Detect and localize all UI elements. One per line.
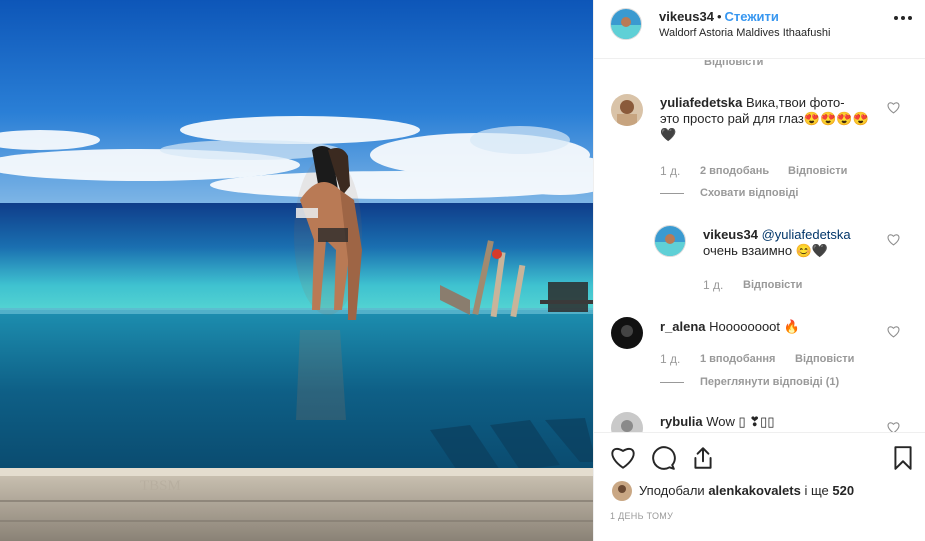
comment-avatar[interactable]: [611, 94, 643, 126]
view-replies-button[interactable]: Переглянути відповіді (1): [660, 376, 839, 388]
comment-avatar[interactable]: [611, 317, 643, 349]
comment-like-icon[interactable]: [887, 326, 900, 338]
bookmark-icon[interactable]: [890, 445, 916, 471]
post-timestamp[interactable]: 1 ДЕНЬ ТОМУ: [610, 511, 673, 521]
liker-username[interactable]: alenkakovalets: [708, 483, 801, 498]
likes-text: Уподобали alenkakovalets і ще 520: [639, 483, 854, 498]
comment-body: Wow ▯ ❣▯▯: [706, 414, 775, 429]
comment-age[interactable]: 1 д.: [660, 164, 680, 178]
comment-body: Вика,твои фото-: [746, 95, 845, 110]
hide-replies-button[interactable]: Сховати відповіді: [660, 187, 798, 199]
reply-button[interactable]: Відповісти: [788, 165, 847, 177]
post-photo[interactable]: TBSM: [0, 0, 593, 541]
liker-avatar[interactable]: [612, 481, 632, 501]
likes-count[interactable]: 520: [832, 483, 854, 498]
reply-button[interactable]: Відповісти: [704, 60, 763, 68]
reply-avatar[interactable]: [654, 225, 686, 257]
comment-text: yuliafedetska Вика,твои фото- это просто…: [660, 95, 869, 143]
comment-like-icon[interactable]: [887, 422, 900, 432]
comment-text: rybulia Wow ▯ ❣▯▯: [660, 414, 774, 430]
comment-username[interactable]: rybulia: [660, 414, 703, 429]
comment-avatar[interactable]: [611, 412, 643, 432]
like-heart-icon[interactable]: [610, 445, 636, 471]
reply-mention[interactable]: @yuliafedetska: [762, 227, 851, 242]
comment-icon[interactable]: [650, 445, 676, 471]
comment-likes-count[interactable]: 1 вподобання: [700, 353, 775, 365]
post-sidebar: vikeus34 • Стежити Waldorf Astoria Maldive…: [593, 0, 925, 541]
comment-body: это просто рай для глаз😍😍😍😍: [660, 111, 869, 126]
comments-list[interactable]: Відповісти yuliafedetska Вика,твои фото-…: [594, 60, 925, 432]
author-avatar[interactable]: [610, 8, 642, 40]
comment-username[interactable]: r_alena: [660, 319, 706, 334]
follow-button[interactable]: Стежити: [725, 9, 779, 24]
comment-like-icon[interactable]: [887, 102, 900, 114]
post-header: vikeus34 • Стежити Waldorf Astoria Maldive…: [594, 0, 925, 59]
reply-username[interactable]: vikeus34: [703, 227, 758, 242]
likes-middle: і ще: [804, 483, 829, 498]
reply-like-icon[interactable]: [887, 234, 900, 246]
likes-prefix: Уподобали: [639, 483, 705, 498]
author-username[interactable]: vikeus34: [659, 9, 714, 24]
reply-text: vikeus34 @yuliafedetska очень взаимно 😊🖤: [703, 227, 851, 259]
reply-button[interactable]: Відповісти: [743, 279, 802, 291]
more-options-icon[interactable]: [894, 16, 912, 22]
comment-likes-count[interactable]: 2 вподобань: [700, 165, 769, 177]
comment-age[interactable]: 1 д.: [660, 352, 680, 366]
comment-username[interactable]: yuliafedetska: [660, 95, 742, 110]
reply-age[interactable]: 1 д.: [703, 278, 723, 292]
reply-button[interactable]: Відповісти: [795, 353, 854, 365]
svg-text:TBSM: TBSM: [140, 478, 181, 494]
comment-text: r_alena Hoooooooot 🔥: [660, 319, 800, 335]
reply-body: очень взаимно 😊🖤: [703, 243, 829, 258]
author-line: vikeus34 • Стежити: [659, 9, 779, 24]
comment-body: 🖤: [660, 127, 677, 142]
share-icon[interactable]: [690, 445, 716, 471]
post-location[interactable]: Waldorf Astoria Maldives Ithaafushi: [659, 27, 830, 39]
comment-body: Hoooooooot 🔥: [709, 319, 800, 334]
post-actions: Уподобали alenkakovalets і ще 520 1 ДЕНЬ…: [594, 432, 925, 541]
header-separator: •: [716, 9, 722, 24]
